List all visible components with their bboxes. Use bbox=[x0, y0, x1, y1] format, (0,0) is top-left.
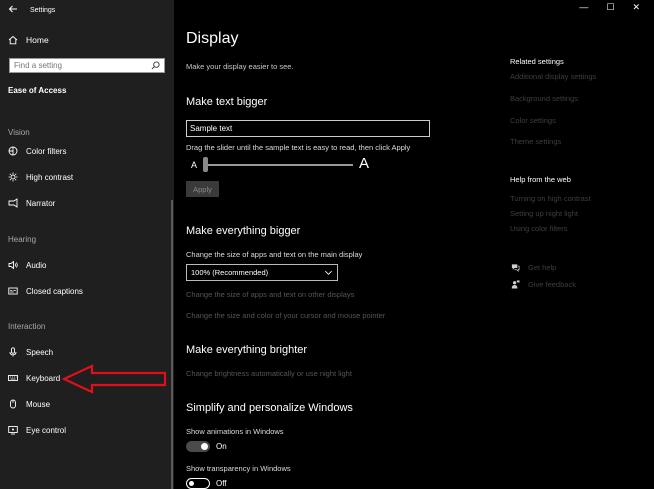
transparency-toggle-row: Off bbox=[186, 478, 227, 489]
search-box bbox=[9, 58, 165, 73]
section-simplify-heading: Simplify and personalize Windows bbox=[186, 402, 353, 414]
link-help-night-light[interactable]: Setting up night light bbox=[510, 209, 578, 218]
sidebar-item-narrator[interactable]: Narrator bbox=[8, 198, 55, 208]
home-label: Home bbox=[26, 35, 49, 45]
sidebar-item-label: Narrator bbox=[26, 198, 56, 208]
section-text-bigger-heading: Make text bigger bbox=[186, 96, 268, 108]
sidebar-item-label: Keyboard bbox=[26, 373, 61, 383]
sidebar-item-label: Audio bbox=[26, 260, 47, 270]
link-cursor-size[interactable]: Change the size and color of your cursor… bbox=[186, 311, 385, 320]
color-filters-icon bbox=[8, 146, 18, 156]
sidebar-item-keyboard[interactable]: Keyboard bbox=[8, 373, 60, 383]
animations-toggle-row: On bbox=[186, 441, 227, 452]
main-content: — ☐ ✕ Display Make your display easier t… bbox=[174, 0, 654, 489]
give-feedback-label: Give feedback bbox=[528, 279, 576, 289]
sidebar-item-eye-control[interactable]: Eye control bbox=[8, 425, 66, 435]
close-button[interactable]: ✕ bbox=[632, 2, 640, 13]
titlebar: Settings bbox=[8, 4, 55, 16]
get-help-label: Get help bbox=[528, 262, 557, 272]
scale-dropdown[interactable]: 100% (Recommended) bbox=[186, 264, 338, 281]
sidebar-item-label: Mouse bbox=[26, 399, 51, 409]
give-feedback-link[interactable]: Give feedback bbox=[510, 279, 576, 289]
group-label-vision: Vision bbox=[8, 128, 30, 137]
search-input[interactable] bbox=[14, 61, 148, 70]
animations-label: Show animations in Windows bbox=[186, 427, 284, 436]
section-everything-bigger-heading: Make everything bigger bbox=[186, 225, 301, 237]
maximize-button[interactable]: ☐ bbox=[606, 2, 614, 13]
narrator-icon bbox=[8, 198, 18, 208]
related-settings-heading: Related settings bbox=[510, 57, 564, 66]
link-background-settings[interactable]: Background settings bbox=[510, 94, 578, 103]
eye-control-icon bbox=[8, 425, 18, 435]
page-title: Display bbox=[186, 30, 239, 47]
page-subtitle: Make your display easier to see. bbox=[186, 62, 294, 71]
sidebar-item-speech[interactable]: Speech bbox=[8, 347, 53, 357]
get-help-link[interactable]: Get help bbox=[510, 262, 556, 272]
sidebar-item-audio[interactable]: Audio bbox=[8, 260, 46, 270]
link-additional-display[interactable]: Additional display settings bbox=[510, 72, 596, 81]
group-label-hearing: Hearing bbox=[8, 235, 37, 244]
microphone-icon bbox=[8, 347, 18, 357]
slider-min-label: A bbox=[191, 160, 198, 170]
sidebar-item-label: Closed captions bbox=[26, 286, 83, 296]
slider-thumb[interactable] bbox=[203, 157, 208, 172]
link-theme-settings[interactable]: Theme settings bbox=[510, 137, 561, 146]
scale-dropdown-value: 100% (Recommended) bbox=[191, 268, 269, 277]
home-icon bbox=[8, 35, 18, 45]
slider-instruction: Drag the slider until the sample text is… bbox=[186, 143, 411, 152]
transparency-label: Show transparency in Windows bbox=[186, 464, 291, 473]
slider-track[interactable] bbox=[203, 164, 353, 166]
window-controls: — ☐ ✕ bbox=[579, 2, 640, 13]
sidebar-item-mouse[interactable]: Mouse bbox=[8, 399, 50, 409]
help-heading: Help from the web bbox=[510, 175, 571, 184]
keyboard-icon bbox=[8, 373, 18, 383]
sidebar-item-color-filters[interactable]: Color filters bbox=[8, 146, 66, 156]
link-brightness[interactable]: Change brightness automatically or use n… bbox=[186, 369, 352, 378]
animations-state: On bbox=[216, 442, 227, 451]
chevron-down-icon bbox=[324, 268, 333, 277]
chat-bubble-icon bbox=[510, 262, 520, 272]
sidebar-item-label: Speech bbox=[26, 347, 54, 357]
back-arrow-icon[interactable] bbox=[8, 4, 18, 17]
speaker-icon bbox=[8, 260, 18, 270]
section-title: Ease of Access bbox=[8, 86, 67, 95]
home-nav-item[interactable]: Home bbox=[8, 35, 49, 45]
captions-icon bbox=[8, 286, 18, 296]
transparency-state: Off bbox=[216, 479, 227, 488]
feedback-person-icon bbox=[510, 279, 520, 289]
minimize-button[interactable]: — bbox=[579, 2, 588, 13]
link-other-displays[interactable]: Change the size of apps and text on othe… bbox=[186, 290, 354, 299]
group-label-interaction: Interaction bbox=[8, 322, 46, 331]
sidebar-item-closed-captions[interactable]: Closed captions bbox=[8, 286, 83, 296]
sidebar-scrollbar[interactable] bbox=[171, 200, 173, 489]
sidebar-item-high-contrast[interactable]: High contrast bbox=[8, 172, 73, 182]
transparency-toggle[interactable] bbox=[186, 478, 210, 489]
animations-toggle[interactable] bbox=[186, 441, 210, 452]
search-icon[interactable] bbox=[151, 61, 160, 70]
apply-button[interactable]: Apply bbox=[186, 181, 219, 197]
link-help-high-contrast[interactable]: Turning on high contrast bbox=[510, 194, 591, 203]
sidebar: Settings Home Ease of Access Vision Colo… bbox=[0, 0, 174, 489]
annotation-arrow-icon bbox=[62, 364, 167, 394]
slider-max-label: A bbox=[359, 155, 370, 172]
sidebar-item-label: Color filters bbox=[26, 146, 67, 156]
link-color-settings[interactable]: Color settings bbox=[510, 116, 556, 125]
link-help-color-filters[interactable]: Using color filters bbox=[510, 224, 568, 233]
scale-dropdown-label: Change the size of apps and text on the … bbox=[186, 250, 363, 259]
sample-text-field: Sample text bbox=[186, 120, 430, 137]
section-brighter-heading: Make everything brighter bbox=[186, 344, 308, 356]
sidebar-item-label: High contrast bbox=[26, 172, 74, 182]
sidebar-item-label: Eye control bbox=[26, 425, 67, 435]
app-title: Settings bbox=[30, 6, 56, 14]
high-contrast-icon bbox=[8, 172, 18, 182]
text-size-slider[interactable]: A A bbox=[191, 155, 377, 176]
mouse-icon bbox=[8, 399, 18, 409]
